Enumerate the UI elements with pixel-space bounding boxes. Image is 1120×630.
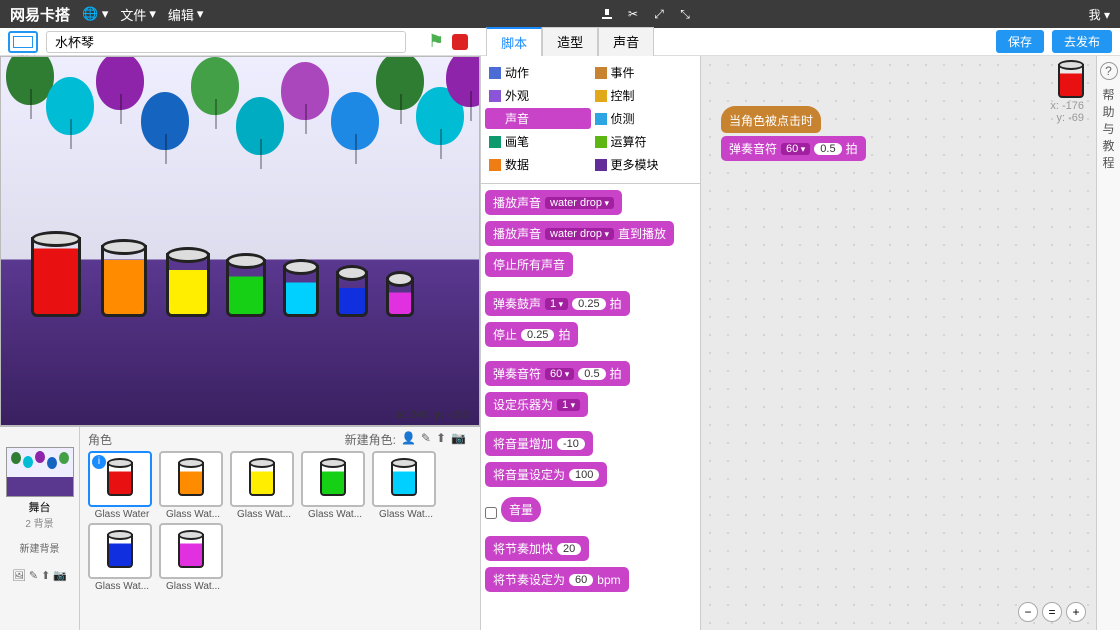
help-sidebar[interactable]: ? 帮助与教程 (1096, 56, 1120, 630)
glass-sprite[interactable] (101, 245, 147, 317)
block-stop-all-sounds[interactable]: 停止所有声音 (485, 252, 573, 277)
sprite-item[interactable]: Glass Wat... (159, 451, 227, 520)
category-item[interactable]: 动作 (485, 62, 591, 83)
user-menu[interactable]: 我 ▾ (1089, 6, 1110, 23)
volume-monitor-checkbox[interactable] (485, 507, 497, 519)
menu-file[interactable]: 文件 ▾ (120, 5, 156, 24)
category-item[interactable]: 外观 (485, 85, 591, 106)
category-item[interactable]: 运算符 (591, 131, 697, 152)
new-backdrop-label: 新建背景 (4, 540, 75, 555)
category-item[interactable]: 声音 (485, 108, 591, 129)
glass-sprite[interactable] (283, 265, 319, 317)
block-change-tempo[interactable]: 将节奏加快 20 (485, 536, 589, 561)
balloon-decor (331, 92, 379, 150)
backdrop-upload-icon[interactable]: ⬆ (41, 569, 50, 582)
sprite-item[interactable]: iGlass Water (88, 451, 156, 520)
globe-icon[interactable]: 🌐 ▾ (82, 6, 108, 22)
help-icon[interactable]: ? (1100, 62, 1118, 80)
glass-sprite[interactable] (386, 277, 414, 317)
app-logo: 网易卡搭 (10, 4, 70, 25)
glass-sprite[interactable] (31, 237, 81, 317)
publish-button[interactable]: 去发布 (1052, 30, 1112, 53)
enlarge-icon[interactable]: ⤢ (651, 6, 667, 22)
new-sprite-label: 新建角色: (345, 431, 396, 448)
sub-toolbar: ⚑ 脚本 造型 声音 保存 去发布 (0, 28, 1120, 56)
balloon-decor (46, 77, 94, 135)
help-label: 帮助与教程 (1097, 86, 1120, 171)
category-item[interactable]: 事件 (591, 62, 697, 83)
category-selector: 动作事件外观控制声音侦测画笔运算符数据更多模块 (481, 56, 700, 184)
block-play-note-placed[interactable]: 弹奏音符 60 0.5 拍 (721, 136, 866, 161)
category-item[interactable]: 画笔 (485, 131, 591, 152)
block-play-sound-until[interactable]: 播放声音 water drop 直到播放 (485, 221, 674, 246)
block-play-note[interactable]: 弹奏音符 60 0.5 拍 (485, 361, 630, 386)
block-change-volume[interactable]: 将音量增加 -10 (485, 431, 593, 456)
block-set-instrument[interactable]: 设定乐器为 1 (485, 392, 588, 417)
category-item[interactable]: 更多模块 (591, 154, 697, 175)
block-play-drum[interactable]: 弹奏鼓声 1 0.25 拍 (485, 291, 630, 316)
balloon-decor (236, 97, 284, 155)
sprite-lib-icon[interactable]: 👤 (401, 431, 416, 448)
backdrop-paint-icon[interactable]: ✎ (29, 569, 38, 582)
sprite-paint-icon[interactable]: ✎ (421, 431, 431, 448)
sprite-item[interactable]: Glass Wat... (88, 523, 156, 592)
block-rest[interactable]: 停止 0.25 拍 (485, 322, 578, 347)
block-set-volume[interactable]: 将音量设定为 100 (485, 462, 607, 487)
stage-info-panel: 舞台 2 背景 新建背景 🖼 ✎ ⬆ 📷 (0, 427, 80, 630)
balloon-decor (141, 92, 189, 150)
script-canvas[interactable]: x: -176 y: -69 当角色被点击时 弹奏音符 60 0.5 拍 − =… (700, 56, 1096, 630)
stage-view-icon[interactable] (8, 31, 38, 53)
sprite-camera-icon[interactable]: 📷 (451, 431, 466, 448)
zoom-reset-icon[interactable]: = (1042, 602, 1062, 622)
stamp-icon[interactable] (599, 6, 615, 22)
block-set-tempo[interactable]: 将节奏设定为 60 bpm (485, 567, 629, 592)
tab-scripts[interactable]: 脚本 (486, 27, 542, 56)
tab-sounds[interactable]: 声音 (598, 27, 654, 56)
top-menu-bar: 网易卡搭 🌐 ▾ 文件 ▾ 编辑 ▾ ✂ ⤢ ⤡ 我 ▾ (0, 0, 1120, 28)
stage-coords: x: 240 y: -180 (397, 409, 469, 421)
block-palette: 播放声音 water drop 播放声音 water drop 直到播放 停止所… (481, 184, 700, 630)
glass-sprite[interactable] (336, 271, 368, 317)
glass-sprite[interactable] (166, 253, 210, 317)
category-item[interactable]: 数据 (485, 154, 591, 175)
sprite-item[interactable]: Glass Wat... (372, 451, 440, 520)
block-when-clicked[interactable]: 当角色被点击时 (721, 106, 821, 133)
zoom-out-icon[interactable]: − (1018, 602, 1038, 622)
balloon-decor (191, 57, 239, 115)
tab-costumes[interactable]: 造型 (542, 27, 598, 56)
stage-canvas[interactable]: x: 240 y: -180 (0, 56, 480, 426)
stage-label: 舞台 (4, 499, 75, 515)
zoom-in-icon[interactable]: + (1066, 602, 1086, 622)
block-play-sound[interactable]: 播放声音 water drop (485, 190, 622, 215)
green-flag-icon[interactable]: ⚑ (428, 31, 444, 52)
stop-icon[interactable] (452, 34, 468, 50)
script-sprite-info: x: -176 y: -69 (1050, 64, 1084, 124)
category-item[interactable]: 控制 (591, 85, 697, 106)
balloon-decor (281, 62, 329, 120)
balloon-decor (96, 56, 144, 110)
sprite-upload-icon[interactable]: ⬆ (436, 431, 446, 448)
sprites-label: 角色 (88, 431, 112, 448)
category-item[interactable]: 侦测 (591, 108, 697, 129)
block-volume-reporter[interactable]: 音量 (501, 497, 541, 522)
sprite-item[interactable]: Glass Wat... (230, 451, 298, 520)
backdrop-lib-icon[interactable]: 🖼 (12, 569, 26, 582)
stage-thumbnail[interactable] (6, 447, 74, 497)
shrink-icon[interactable]: ⤡ (677, 6, 693, 22)
sprite-item[interactable]: Glass Wat... (301, 451, 369, 520)
scissors-icon[interactable]: ✂ (625, 6, 641, 22)
backdrop-count: 2 背景 (4, 515, 75, 530)
save-button[interactable]: 保存 (996, 30, 1044, 53)
balloon-decor (376, 56, 424, 110)
sprite-item[interactable]: Glass Wat... (159, 523, 227, 592)
backdrop-camera-icon[interactable]: 📷 (53, 569, 67, 582)
glass-sprite[interactable] (226, 259, 266, 317)
menu-edit[interactable]: 编辑 ▾ (168, 5, 204, 24)
project-title-input[interactable] (46, 31, 406, 53)
